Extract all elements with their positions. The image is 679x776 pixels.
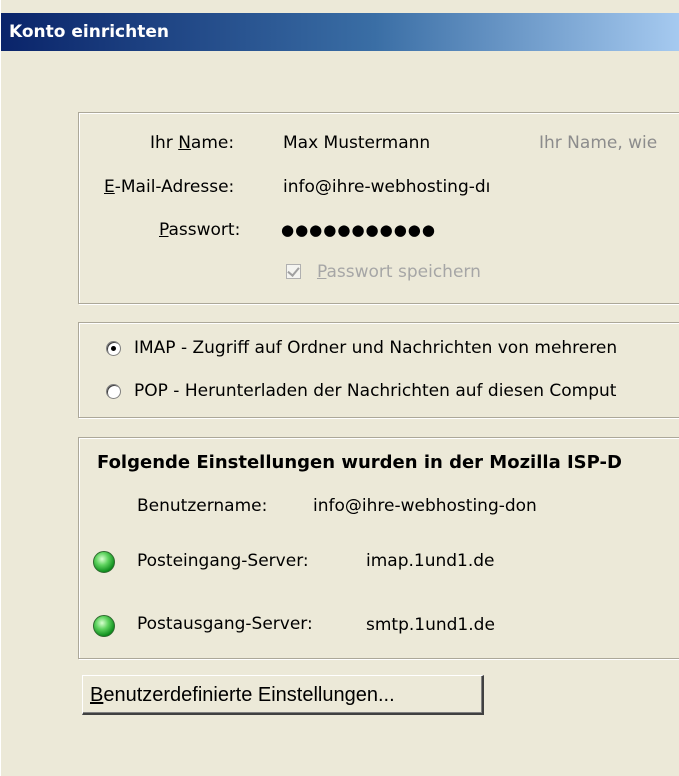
- username-label: Benutzername:: [137, 496, 268, 516]
- outgoing-server-value: smtp.1und1.de: [366, 615, 495, 635]
- window-title: Konto einrichten: [9, 22, 169, 42]
- settings-heading: Folgende Einstellungen wurden in der Moz…: [97, 452, 622, 473]
- incoming-server-value: imap.1und1.de: [366, 551, 495, 571]
- account-setup-window: Konto einrichten Ihr Name: Max Musterman…: [0, 0, 679, 776]
- password-field[interactable]: ●●●●●●●●●●●: [281, 221, 481, 239]
- password-label: Passwort:: [159, 220, 241, 240]
- pop-radio-label[interactable]: POP - Herunterladen der Nachrichten auf …: [134, 381, 616, 401]
- name-field[interactable]: Max Mustermann: [283, 133, 498, 153]
- outgoing-status-icon: [93, 615, 115, 637]
- outgoing-server-label: Postausgang-Server:: [137, 614, 313, 634]
- email-label: E-Mail-Adresse:: [104, 177, 235, 197]
- incoming-status-icon: [93, 551, 115, 573]
- imap-radio[interactable]: [106, 341, 121, 356]
- save-password-label: Passwort speichern: [317, 262, 481, 282]
- protocol-group: [78, 322, 679, 418]
- imap-radio-label[interactable]: IMAP - Zugriff auf Ordner und Nachrichte…: [134, 338, 617, 358]
- incoming-server-label: Posteingang-Server:: [137, 551, 309, 571]
- email-field[interactable]: info@ihre-webhosting-dı: [283, 177, 529, 197]
- name-label: Ihr Name:: [150, 133, 235, 153]
- username-value: info@ihre-webhosting-don: [313, 496, 537, 516]
- pop-radio[interactable]: [106, 384, 121, 399]
- title-bar[interactable]: Konto einrichten: [1, 13, 679, 51]
- advanced-settings-button[interactable]: Benutzerdefinierte Einstellungen...: [82, 675, 484, 715]
- name-hint: Ihr Name, wie: [539, 133, 658, 153]
- save-password-checkbox[interactable]: [286, 264, 301, 279]
